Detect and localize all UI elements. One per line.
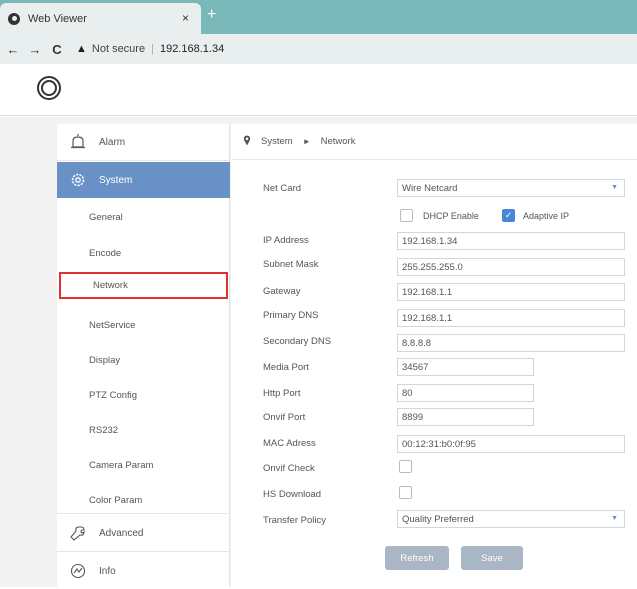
sidebar-item-advanced[interactable]: Advanced [57,515,230,551]
sidebar-item-system[interactable]: System [57,162,230,198]
sidebar-subitem-ptz-config[interactable]: PTZ Config [57,378,230,412]
breadcrumb: System ► Network [231,124,637,160]
wrench-icon [67,522,89,544]
sidebar-subitem-camera-param[interactable]: Camera Param [57,448,230,482]
location-pin-icon [243,135,251,149]
web-viewer-favicon-icon [8,12,20,25]
onvif-check-label: Onvif Check [263,463,315,474]
system-gear-icon [67,169,89,191]
breadcrumb-root[interactable]: System [261,136,293,147]
media-port-field[interactable]: 34567 [397,358,534,376]
transfer-policy-select[interactable]: Quality Preferred ▼ [397,510,625,528]
sidebar: Alarm System General Encode Network NetS… [57,124,230,587]
tab-title: Web Viewer [28,12,87,25]
sidebar-subitem-display[interactable]: Display [57,343,230,377]
alarm-icon [67,131,89,153]
subnet-mask-label: Subnet Mask [263,259,319,270]
url-field[interactable]: ▲ Not secure | 192.168.1.34 [76,43,224,55]
warning-icon[interactable]: ▲ [76,43,87,55]
breadcrumb-current: Network [320,136,356,147]
onvif-port-field[interactable]: 8899 [397,408,534,426]
subnet-mask-value: 255.255.255.0 [402,261,463,273]
browser-tab[interactable]: Web Viewer × [0,3,201,34]
app-logo-icon [37,76,61,100]
primary-dns-value: 192.168.1.1 [402,312,453,324]
adaptive-ip-label: Adaptive IP [523,211,570,221]
dhcp-enable-checkbox[interactable] [400,209,413,222]
media-port-label: Media Port [263,362,309,373]
primary-dns-label: Primary DNS [263,310,319,321]
media-port-value: 34567 [402,361,429,373]
sidebar-item-label: System [99,174,133,186]
mac-address-field[interactable]: 00:12:31:b0:0f:95 [397,435,625,453]
checkmark-icon: ✓ [504,210,513,220]
address-bar: ← → C ▲ Not secure | 192.168.1.34 [0,34,637,64]
sidebar-item-info[interactable]: Info [57,553,230,589]
adaptive-ip-checkbox[interactable]: ✓ [502,209,515,222]
http-port-value: 80 [402,387,413,399]
onvif-check-checkbox[interactable] [399,460,412,473]
sidebar-subitem-encode[interactable]: Encode [57,236,230,270]
forward-button[interactable]: → [26,42,44,57]
secondary-dns-field[interactable]: 8.8.8.8 [397,334,625,352]
secondary-dns-value: 8.8.8.8 [402,337,432,349]
sidebar-subitem-netservice[interactable]: NetService [57,308,230,342]
url-host: 192.168.1.34 [159,43,225,55]
ip-address-field[interactable]: 192.168.1.34 [397,232,625,250]
sidebar-divider [57,160,230,161]
secondary-dns-label: Secondary DNS [263,336,332,347]
net-card-select[interactable]: Wire Netcard ▼ [397,179,625,197]
gateway-value: 192.168.1.1 [402,286,453,298]
refresh-button[interactable]: Refresh [385,546,449,570]
subnet-mask-field[interactable]: 255.255.255.0 [397,258,625,276]
gateway-label: Gateway [263,286,301,297]
save-button[interactable]: Save [461,546,523,570]
ip-address-label: IP Address [263,235,309,246]
ip-address-value: 192.168.1.34 [402,235,458,247]
hs-download-checkbox[interactable] [399,486,412,499]
http-port-label: Http Port [263,388,301,399]
onvif-port-label: Onvif Port [263,412,306,423]
onvif-port-value: 8899 [402,411,424,423]
sidebar-divider [57,513,230,514]
new-tab-button[interactable]: + [207,6,216,24]
app-header [0,64,637,116]
sidebar-item-label: Info [99,565,116,577]
sidebar-subitem-color-param[interactable]: Color Param [57,483,230,517]
http-port-field[interactable]: 80 [397,384,534,402]
not-secure-label: Not secure [91,43,146,55]
back-button[interactable]: ← [4,42,22,57]
sidebar-subitem-general[interactable]: General [57,200,230,234]
reload-button[interactable]: C [48,42,66,57]
sidebar-subitem-rs232[interactable]: RS232 [57,413,230,447]
sidebar-item-label: Alarm [99,136,126,148]
info-icon [67,560,89,582]
net-card-value: Wire Netcard [402,182,458,194]
dhcp-enable-label: DHCP Enable [423,211,479,221]
transfer-policy-label: Transfer Policy [263,515,326,526]
sidebar-subitem-network[interactable]: Network [59,272,228,299]
chevron-down-icon: ▼ [611,515,618,522]
mac-address-label: MAC Adress [263,438,316,449]
net-card-label: Net Card [263,183,302,194]
sidebar-item-label: Advanced [99,527,144,539]
close-tab-icon[interactable]: × [182,11,189,25]
primary-dns-field[interactable]: 192.168.1.1 [397,309,625,327]
mac-address-value: 00:12:31:b0:0f:95 [402,438,476,450]
url-separator: | [151,43,154,55]
transfer-policy-value: Quality Preferred [402,513,474,525]
hs-download-label: HS Download [263,489,322,500]
browser-tab-bar: Web Viewer × + [0,0,637,34]
breadcrumb-arrow-icon: ► [302,137,311,146]
gateway-field[interactable]: 192.168.1.1 [397,283,625,301]
sidebar-item-alarm[interactable]: Alarm [57,124,230,160]
sidebar-divider [57,551,230,552]
chevron-down-icon: ▼ [611,184,618,191]
